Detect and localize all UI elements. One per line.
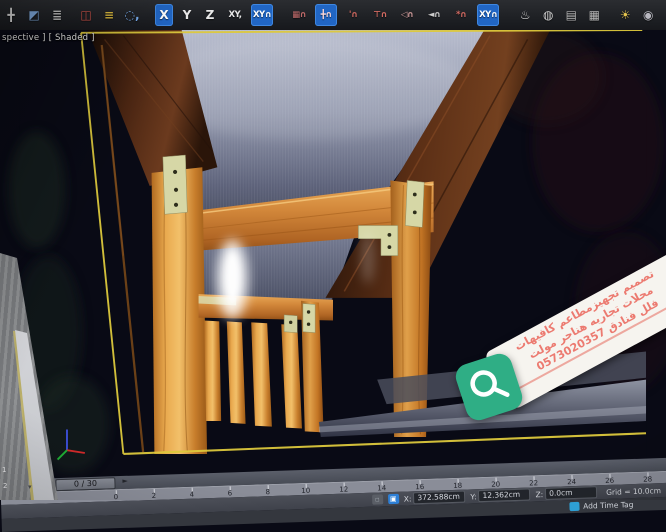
time-tag-icon[interactable]: [569, 502, 579, 511]
coordinate-field: Z: 0.0cm: [535, 486, 597, 500]
coordinate-label: X:: [404, 494, 412, 503]
tick-label: 26: [591, 477, 629, 485]
absolute-mode-icon[interactable]: ▣: [388, 494, 399, 504]
track-bar-tick: 2: [135, 488, 173, 500]
render-setup-icon[interactable]: ♨: [516, 4, 534, 26]
snap-xy2-button[interactable]: XY∩: [477, 4, 499, 26]
track-bar-tick: 8: [249, 485, 287, 497]
tick-label: 12: [325, 486, 363, 494]
track-bar-tick: 26: [590, 473, 628, 485]
display-icon[interactable]: ☽: [662, 4, 666, 26]
schematic-view-icon[interactable]: ▦: [585, 4, 603, 26]
tick-label: 16: [401, 483, 439, 491]
camera-icon[interactable]: ◉: [639, 4, 657, 26]
tick-label: 14: [363, 485, 401, 493]
snap-spinner-icon[interactable]: *∩: [450, 4, 472, 26]
snap-percent-icon[interactable]: ◄∩: [423, 4, 445, 26]
snap-xy-button[interactable]: XY∩: [251, 4, 273, 26]
tick-label: 24: [553, 478, 591, 486]
track-bar-tick: 14: [363, 481, 401, 493]
snap-pivot-button[interactable]: ╋∩: [315, 4, 337, 26]
watermark: تصميم تجهيزمطاعم كافيهاتمحلات تجاريه هنا…: [450, 270, 666, 460]
tick-label: 4: [173, 491, 211, 499]
track-bar-tick: 12: [325, 482, 363, 494]
axis-x-button[interactable]: X: [155, 4, 173, 26]
coordinate-input[interactable]: 372.588cm: [413, 491, 465, 505]
snap-grid-icon[interactable]: ▦∩: [288, 4, 310, 26]
material-editor-icon[interactable]: ◍: [539, 4, 557, 26]
track-bar-tick: 20: [477, 477, 515, 489]
track-bar-tick: 18: [439, 478, 477, 490]
coordinate-input[interactable]: 0.0cm: [545, 486, 597, 500]
add-time-tag-label[interactable]: Add Time Tag: [583, 500, 634, 511]
mirror-icon[interactable]: ◫: [77, 4, 95, 26]
tick-label: 18: [439, 482, 477, 490]
curve-editor-icon[interactable]: ▤: [562, 4, 580, 26]
track-bar-tick: 24: [552, 474, 590, 486]
select-by-name-icon[interactable]: ≣: [48, 4, 66, 26]
next-frame-arrow[interactable]: ►: [122, 477, 128, 485]
track-bar-tick: 6: [211, 486, 249, 498]
listener-line-number: 2: [3, 482, 7, 490]
tick-label: 6: [211, 490, 249, 498]
tick-label: 8: [249, 489, 287, 497]
viewport-label: spective ] [ Shaded ]: [2, 33, 95, 43]
scroll-down-icon[interactable]: ▾: [28, 483, 32, 491]
track-bar-tick: 4: [173, 487, 211, 499]
snap-angle-icon[interactable]: ◁∩: [396, 4, 418, 26]
snap-toggle2-icon[interactable]: ⊤∩: [369, 4, 391, 26]
track-bar-tick: 10: [287, 483, 325, 495]
tick-label: 22: [515, 480, 553, 488]
coordinate-input[interactable]: 12.362cm: [478, 488, 530, 502]
tick-label: 2: [135, 492, 173, 500]
axis-y-button[interactable]: Y: [178, 4, 196, 26]
coordinate-field: Y: 12.362cm: [470, 488, 530, 502]
tick-label: 20: [477, 481, 515, 489]
axis-xy-button[interactable]: XY,: [224, 4, 246, 26]
time-slider-button[interactable]: 0 / 30: [55, 477, 115, 491]
light-icon[interactable]: ☀: [616, 4, 634, 26]
track-bar-tick: 16: [401, 479, 439, 491]
track-bar-tick: 22: [514, 476, 552, 488]
tick-label: 10: [287, 487, 325, 495]
align-icon[interactable]: ≡: [100, 4, 118, 26]
select-and-move-icon[interactable]: ╋: [2, 4, 20, 26]
track-bar-tick: 28: [628, 472, 666, 484]
listener-line-number: 1: [2, 466, 6, 474]
tick-label: 0: [97, 494, 135, 502]
tick-label: 28: [629, 476, 666, 484]
axis-z-button[interactable]: Z: [201, 4, 219, 26]
coordinate-field: X: 372.588cm: [404, 491, 466, 505]
coordinate-label: Z:: [535, 490, 543, 499]
grid-size-label: Grid = 10.0cm: [606, 486, 661, 497]
main-toolbar: ╋◩≣◫≡◌,XYZXY,XY∩▦∩╋∩'∩⊤∩◁∩◄∩*∩XY∩♨◍▤▦☀◉☽…: [0, 0, 666, 30]
named-selection-icon[interactable]: ◌,: [123, 4, 141, 26]
select-object-icon[interactable]: ◩: [25, 4, 43, 26]
snap-toggle-icon[interactable]: '∩: [342, 4, 364, 26]
